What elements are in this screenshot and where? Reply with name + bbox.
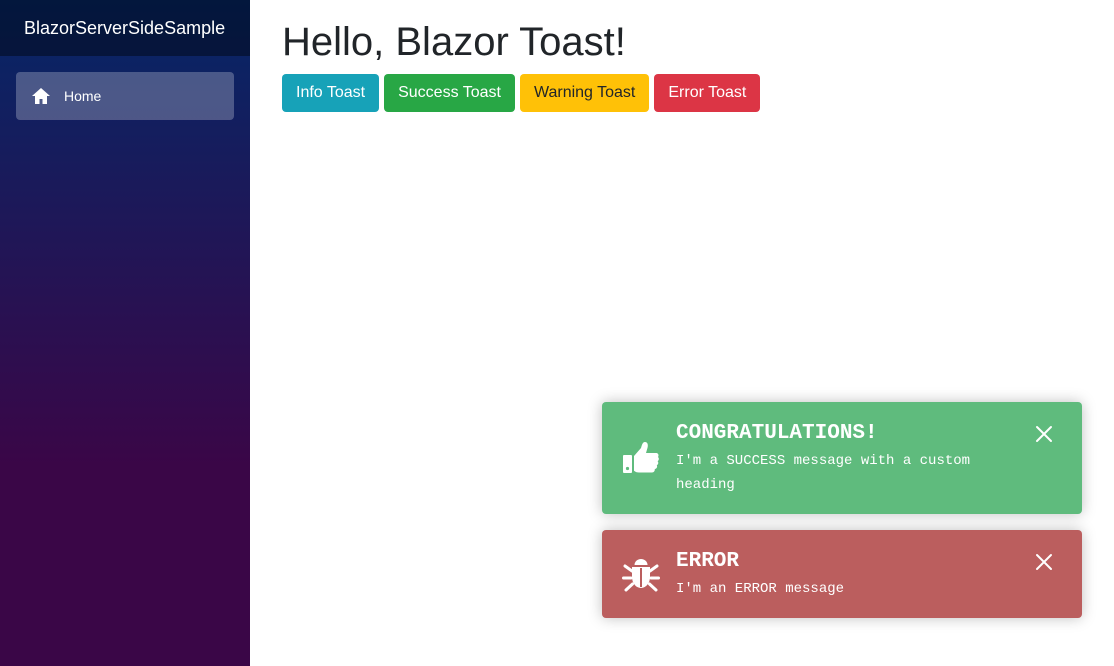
sidebar: BlazorServerSideSample Home	[0, 0, 250, 666]
success-toast[interactable]: CONGRATULATIONS! I'm a SUCCESS message w…	[602, 402, 1082, 514]
toast-heading: CONGRATULATIONS!	[676, 422, 878, 445]
close-icon[interactable]	[1034, 552, 1054, 572]
thumbs-up-icon	[622, 439, 660, 477]
close-icon[interactable]	[1034, 424, 1054, 444]
toast-body: ERROR I'm an ERROR message	[676, 549, 1026, 601]
toast-message: I'm an ERROR message	[676, 581, 845, 597]
error-toast-button[interactable]: Error Toast	[654, 74, 761, 112]
success-toast-button[interactable]: Success Toast	[384, 74, 515, 112]
bug-icon	[622, 555, 660, 593]
toast-body: CONGRATULATIONS! I'm a SUCCESS message w…	[676, 421, 1026, 497]
toast-message: I'm a SUCCESS message with a custom head…	[676, 453, 971, 493]
warning-toast-button[interactable]: Warning Toast	[519, 74, 650, 112]
home-icon	[31, 86, 51, 106]
toast-button-group: Info Toast Success Toast Warning Toast E…	[282, 74, 765, 112]
info-toast-button[interactable]: Info Toast	[282, 74, 380, 112]
page-title: Hello, Blazor Toast!	[282, 20, 626, 64]
main-content: Hello, Blazor Toast! Info Toast Success …	[282, 18, 765, 112]
error-toast[interactable]: ERROR I'm an ERROR message	[602, 530, 1082, 618]
sidebar-item-home[interactable]: Home	[16, 72, 234, 120]
nav-menu: Home	[0, 56, 250, 120]
sidebar-top-row: BlazorServerSideSample	[0, 0, 250, 56]
toast-heading: ERROR	[676, 550, 740, 573]
brand-link[interactable]: BlazorServerSideSample	[24, 18, 225, 39]
sidebar-item-label: Home	[64, 88, 102, 104]
